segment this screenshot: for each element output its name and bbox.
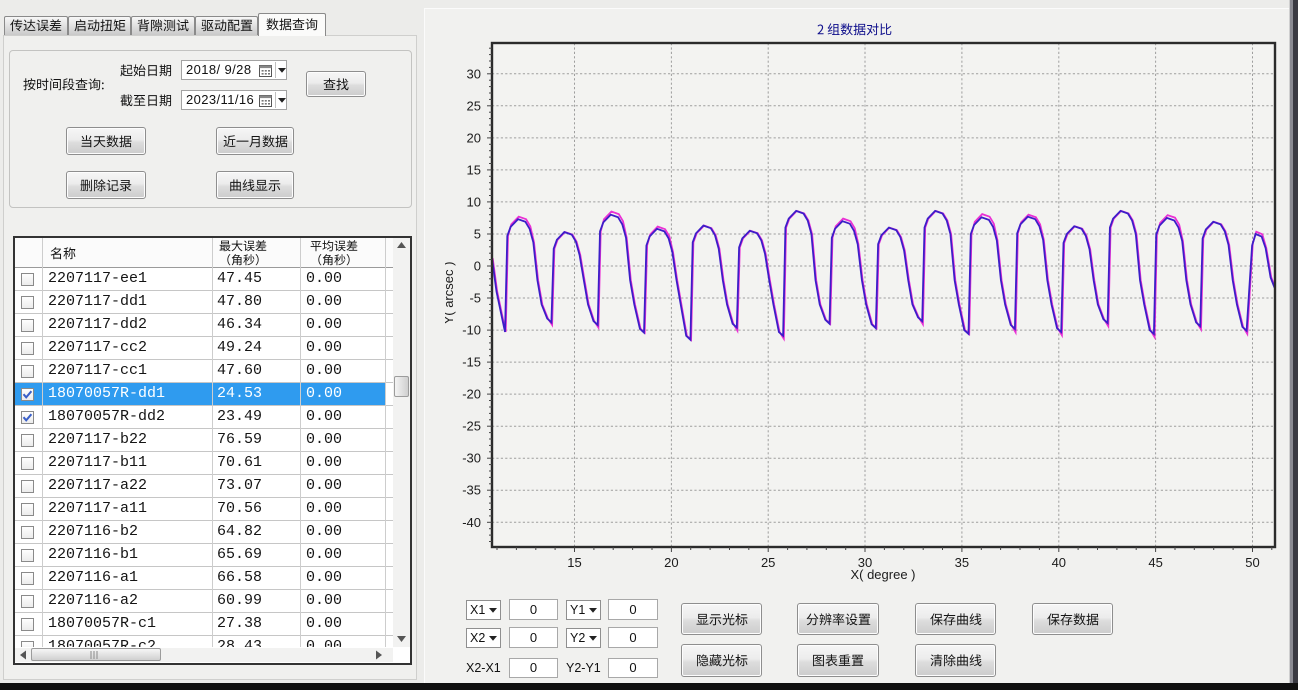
svg-text:20: 20 [664,555,678,570]
svg-text:-20: -20 [462,387,481,402]
svg-text:-30: -30 [462,451,481,466]
svg-text:25: 25 [467,98,481,113]
svg-text:5: 5 [474,227,481,242]
svg-text:-35: -35 [462,483,481,498]
svg-text:30: 30 [467,66,481,81]
svg-text:-25: -25 [462,419,481,434]
svg-text:-15: -15 [462,355,481,370]
svg-text:-10: -10 [462,323,481,338]
svg-text:25: 25 [761,555,775,570]
svg-text:15: 15 [567,555,581,570]
svg-text:10: 10 [467,194,481,209]
svg-text:40: 40 [1052,555,1066,570]
svg-text:50: 50 [1245,555,1259,570]
svg-text:-5: -5 [469,291,481,306]
svg-text:20: 20 [467,130,481,145]
svg-text:0: 0 [474,259,481,274]
svg-text:35: 35 [955,555,969,570]
svg-text:Y( arcsec ): Y( arcsec ) [445,262,456,325]
svg-text:X( degree ): X( degree ) [850,567,915,582]
svg-text:15: 15 [467,162,481,177]
svg-text:-40: -40 [462,515,481,530]
svg-text:45: 45 [1148,555,1162,570]
